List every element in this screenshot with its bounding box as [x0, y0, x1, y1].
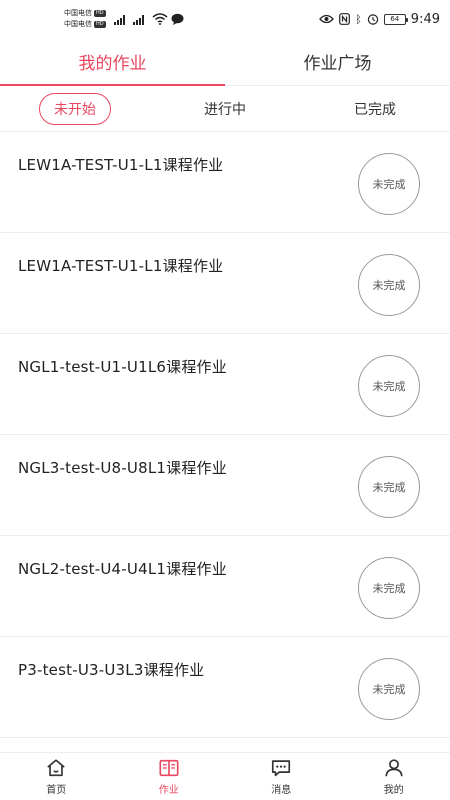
assignment-title: LEW1A-TEST-U1-L1课程作业: [18, 156, 224, 174]
chat-bubble-icon: [171, 13, 184, 25]
nav-home-label: 首页: [46, 785, 67, 796]
nav-assignments-label: 作业: [158, 785, 179, 796]
message-icon: [272, 760, 291, 777]
nfc-icon: [339, 13, 351, 25]
bluetooth-icon: ᛒ: [355, 12, 362, 26]
subtab-in-progress-label: 进行中: [204, 101, 246, 118]
assignment-item[interactable]: P3-test-U3-U3L3课程作业 未完成: [0, 637, 450, 738]
carrier-2-label: 中国电信: [64, 20, 92, 28]
tab-my-assignments[interactable]: 我的作业: [0, 38, 225, 86]
assignment-title: P3-test-U3-U3L3课程作业: [18, 661, 205, 679]
hd-badge-2: HD: [94, 21, 106, 28]
top-tabs: 我的作业 作业广场: [0, 38, 450, 86]
assignment-title: NGL1-test-U1-U1L6课程作业: [18, 358, 227, 376]
status-badge: 未完成: [358, 355, 420, 417]
nav-home[interactable]: 首页: [0, 753, 113, 800]
alarm-icon: [367, 14, 378, 25]
status-badge: 未完成: [358, 153, 420, 215]
nav-profile[interactable]: 我的: [338, 753, 450, 800]
signal-icon-2: [132, 14, 144, 25]
nav-messages-label: 消息: [271, 785, 292, 796]
subtab-completed-label: 已完成: [354, 101, 396, 118]
hd-badge: HD: [94, 10, 106, 17]
assignment-list: LEW1A-TEST-U1-L1课程作业 未完成 LEW1A-TEST-U1-L…: [0, 132, 450, 752]
assignment-title: LEW1A-TEST-U1-L1课程作业: [18, 257, 224, 275]
subtab-not-started-label: 未开始: [39, 92, 111, 125]
assignment-item[interactable]: NGL3-test-U8-U8L1课程作业 未完成: [0, 435, 450, 536]
battery-icon: 64: [383, 13, 408, 25]
user-icon: [385, 759, 403, 777]
home-icon: [47, 759, 66, 777]
assignment-title: NGL2-test-U4-U4L1课程作业: [18, 560, 227, 578]
wifi-icon: [152, 13, 168, 25]
tab-assignment-plaza-label: 作业广场: [303, 54, 372, 74]
subtab-in-progress[interactable]: 进行中: [150, 93, 300, 125]
assignment-item[interactable]: NGL1-test-U1-U1L6课程作业 未完成: [0, 334, 450, 435]
carrier-2: 中国电信 HD: [64, 19, 106, 30]
bottom-nav: 首页 作业 消息 我的: [0, 752, 450, 800]
nav-assignments[interactable]: 作业: [113, 753, 226, 800]
clock: 9:49: [410, 11, 440, 27]
status-left-icons: [113, 13, 184, 25]
status-bar: 中国电信 HD 中国电信 HD ᛒ 64 9:49: [0, 0, 450, 38]
status-right-icons: ᛒ 64 9:49: [319, 12, 440, 27]
subtab-not-started[interactable]: 未开始: [0, 92, 150, 125]
status-badge: 未完成: [358, 456, 420, 518]
eye-icon: [319, 14, 335, 24]
assignment-item[interactable]: LEW1A-TEST-U1-L1课程作业 未完成: [0, 233, 450, 334]
tab-my-assignments-label: 我的作业: [78, 54, 147, 74]
app-screen: 中国电信 HD 中国电信 HD ᛒ 64 9:49 我的作业 作业广场 未开始 …: [0, 0, 450, 800]
status-badge: 未完成: [358, 658, 420, 720]
tab-assignment-plaza[interactable]: 作业广场: [225, 38, 450, 85]
assignment-item[interactable]: LEW1A-TEST-U1-L1课程作业 未完成: [0, 132, 450, 233]
status-badge: 未完成: [358, 254, 420, 316]
nav-messages[interactable]: 消息: [225, 753, 338, 800]
assignment-title: NGL3-test-U8-U8L1课程作业: [18, 459, 227, 477]
sub-tabs: 未开始 进行中 已完成: [0, 86, 450, 132]
nav-profile-label: 我的: [383, 785, 404, 796]
book-icon: [159, 759, 179, 777]
signal-icon: [113, 14, 125, 25]
carrier-group: 中国电信 HD 中国电信 HD: [64, 8, 106, 30]
carrier-1: 中国电信 HD: [64, 8, 106, 19]
subtab-completed[interactable]: 已完成: [300, 93, 450, 125]
battery-level: 64: [390, 15, 400, 23]
carrier-1-label: 中国电信: [64, 9, 92, 17]
status-badge: 未完成: [358, 557, 420, 619]
assignment-item[interactable]: NGL2-test-U4-U4L1课程作业 未完成: [0, 536, 450, 637]
